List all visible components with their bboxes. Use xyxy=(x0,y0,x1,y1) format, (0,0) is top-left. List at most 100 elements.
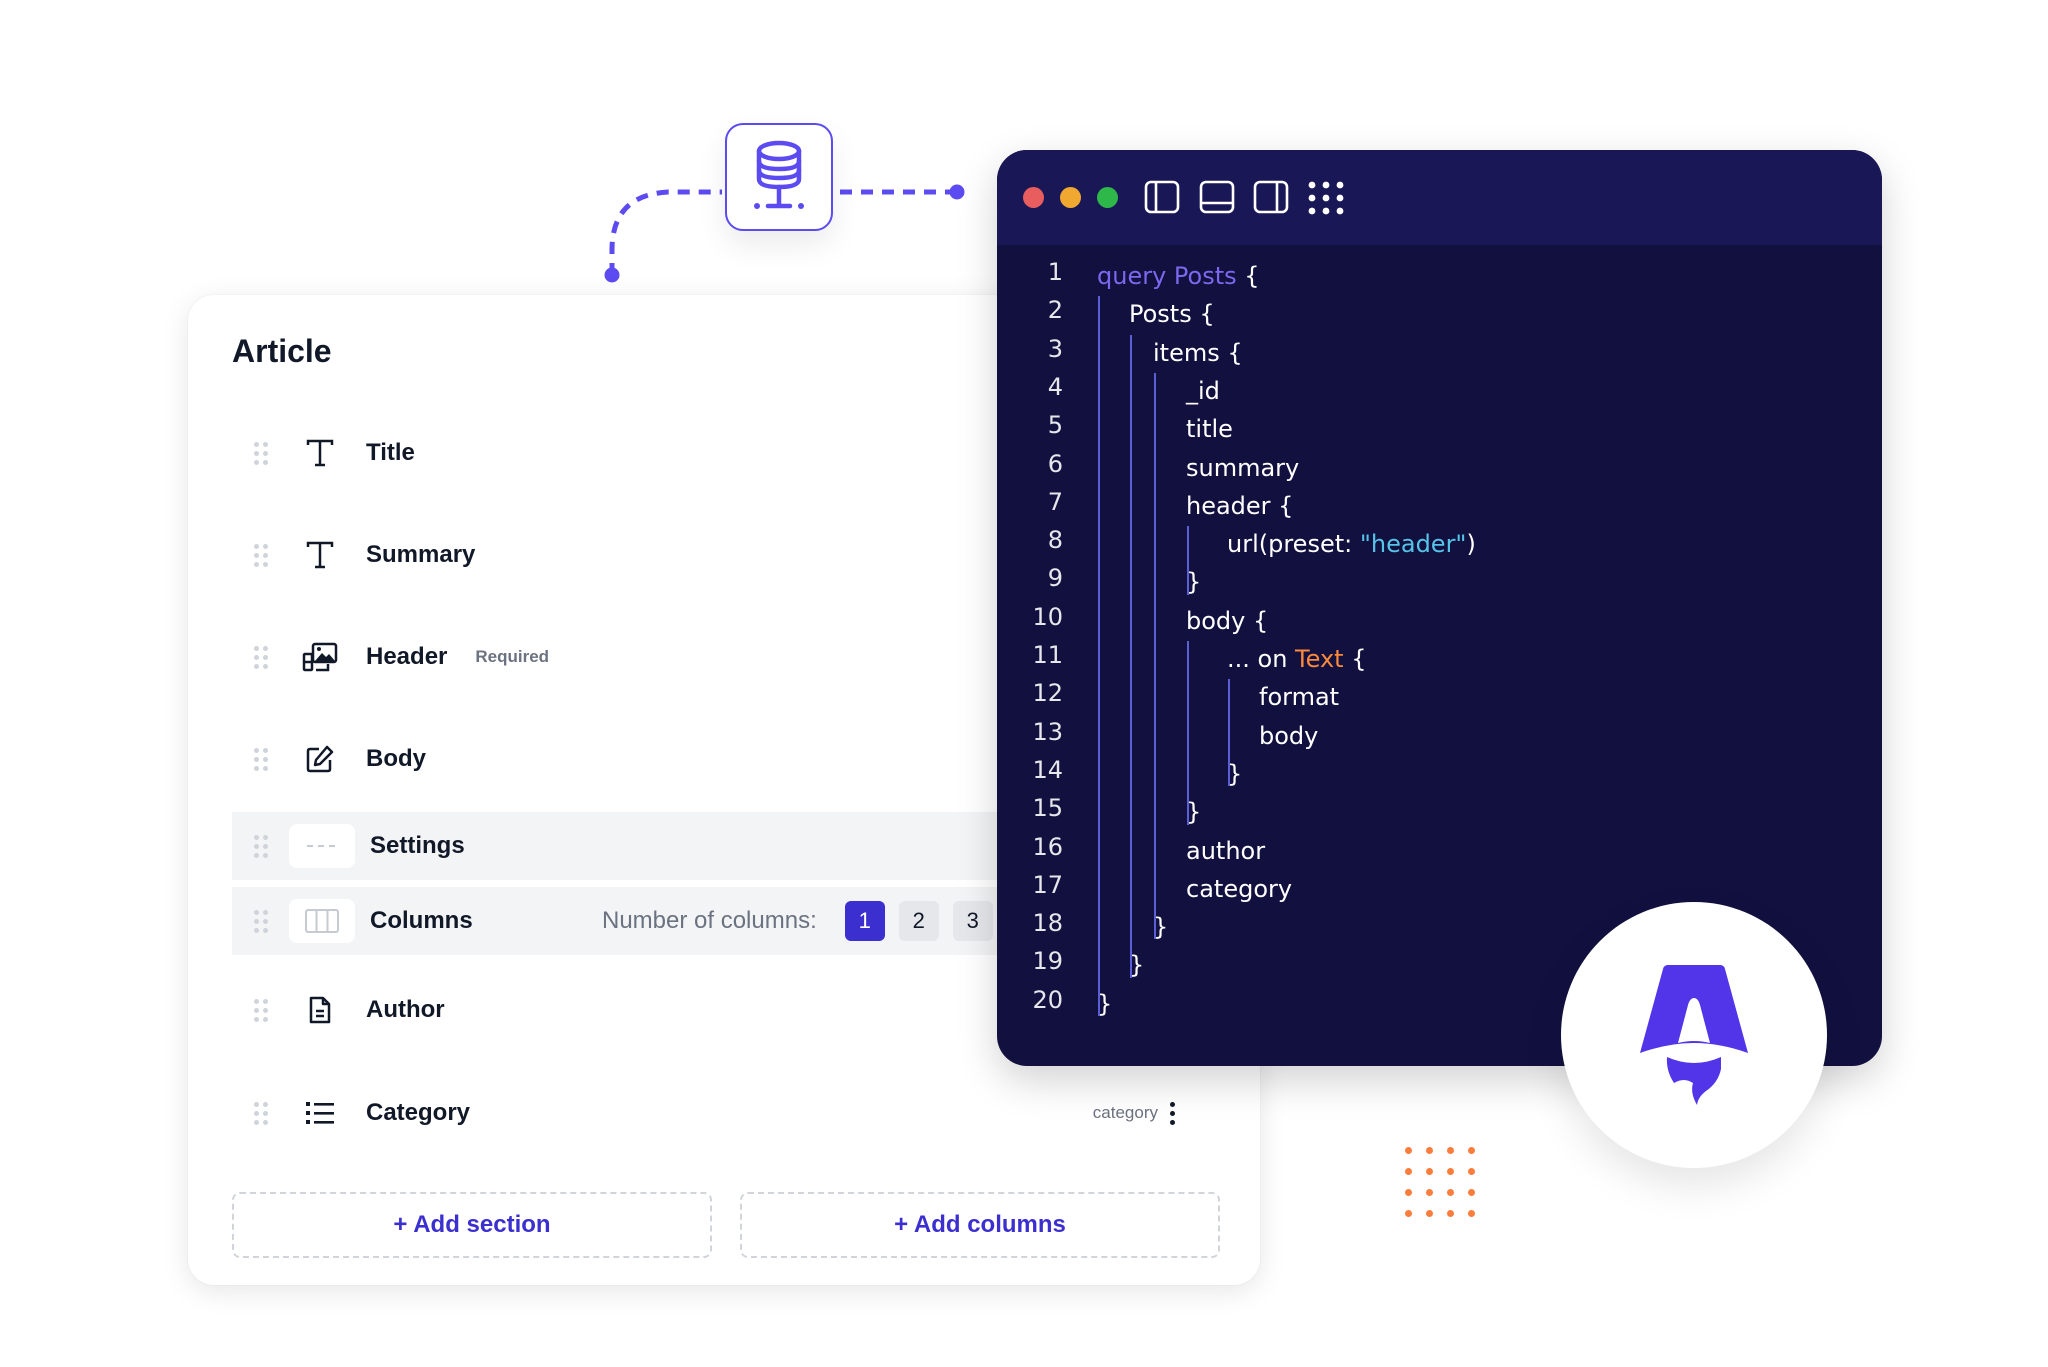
code-token: url(preset: xyxy=(1227,530,1360,559)
window-minimize-button[interactable] xyxy=(1060,187,1081,208)
code-type: Text xyxy=(1295,645,1344,673)
drag-handle-icon[interactable] xyxy=(254,998,268,1022)
code-line: url(preset: "header") xyxy=(1227,530,1476,558)
line-number: 19 xyxy=(1032,947,1063,976)
add-columns-button[interactable]: + Add columns xyxy=(740,1192,1220,1258)
code-token: title xyxy=(1186,415,1233,444)
column-option-3[interactable]: 3 xyxy=(952,901,993,941)
database-network-icon xyxy=(754,140,804,209)
drag-handle-icon[interactable] xyxy=(254,543,268,567)
line-number: 4 xyxy=(1047,372,1063,401)
columns-layout-icon xyxy=(289,899,355,943)
code-line: body { xyxy=(1186,607,1268,635)
field-label: Settings xyxy=(370,832,465,859)
field-label: Summary xyxy=(366,541,476,568)
code-token: _id xyxy=(1186,376,1220,405)
code-token: ) xyxy=(1466,530,1476,559)
astro-logo-icon xyxy=(1640,965,1748,1105)
indent-guide xyxy=(1130,334,1132,978)
code-line: summary xyxy=(1186,454,1299,482)
line-number: 15 xyxy=(1032,794,1063,823)
divider-dashes-icon xyxy=(289,824,355,868)
image-gallery-icon xyxy=(300,637,340,677)
field-label: Author xyxy=(366,996,445,1023)
line-number: 14 xyxy=(1032,755,1063,784)
line-number: 17 xyxy=(1032,870,1063,899)
code-line: body xyxy=(1259,722,1318,750)
column-option-2[interactable]: 2 xyxy=(898,901,939,941)
code-keyword: query Posts xyxy=(1097,262,1237,290)
code-line: ... on Text { xyxy=(1227,645,1367,673)
code-token: { xyxy=(1343,645,1367,673)
more-options-icon[interactable] xyxy=(1170,1101,1176,1125)
column-option-1[interactable]: 1 xyxy=(844,901,885,941)
code-line: category xyxy=(1186,875,1292,903)
code-token: ... on xyxy=(1227,645,1296,673)
text-type-icon xyxy=(300,535,340,575)
field-label: Body xyxy=(366,745,426,772)
line-number: 18 xyxy=(1032,909,1063,938)
panel-title: Article xyxy=(232,333,332,369)
add-section-button[interactable]: + Add section xyxy=(232,1192,712,1258)
field-label: Category xyxy=(366,1099,471,1126)
text-type-icon xyxy=(300,433,340,473)
sidebar-right-icon[interactable] xyxy=(1253,180,1289,214)
line-number: 11 xyxy=(1032,641,1063,669)
panel-bottom-icon[interactable] xyxy=(1199,180,1235,214)
document-icon xyxy=(300,990,340,1030)
code-line: _id xyxy=(1186,377,1220,405)
code-string: "header" xyxy=(1359,530,1467,559)
line-number: 6 xyxy=(1047,449,1063,478)
field-label: Header xyxy=(366,643,448,670)
line-number: 13 xyxy=(1032,717,1063,746)
grid-dots-icon[interactable] xyxy=(1307,181,1347,215)
drag-handle-icon[interactable] xyxy=(254,441,268,465)
window-close-button[interactable] xyxy=(1023,187,1044,208)
code-token: body { xyxy=(1186,606,1269,635)
decorative-dot-grid xyxy=(1405,1147,1475,1217)
drag-handle-icon[interactable] xyxy=(254,909,268,933)
line-number: 7 xyxy=(1047,487,1063,516)
line-number: 10 xyxy=(1032,602,1063,631)
drag-handle-icon[interactable] xyxy=(254,1101,268,1125)
indent-guide xyxy=(1154,372,1156,940)
code-token: Posts { xyxy=(1129,300,1215,329)
code-line: query Posts { xyxy=(1097,262,1260,290)
field-api-name: category xyxy=(1092,1103,1158,1122)
field-row-category[interactable]: Category category xyxy=(232,1079,1232,1147)
code-token: { xyxy=(1236,262,1260,290)
code-line: author xyxy=(1186,837,1265,865)
line-number: 5 xyxy=(1047,411,1063,440)
code-token: body xyxy=(1259,721,1319,750)
code-line: items { xyxy=(1153,339,1243,367)
code-line: title xyxy=(1186,415,1233,443)
line-number: 1 xyxy=(1047,258,1063,286)
line-number: 2 xyxy=(1047,296,1063,325)
drag-handle-icon[interactable] xyxy=(254,747,268,771)
indent-guide xyxy=(1098,296,1100,1016)
indent-guide xyxy=(1187,641,1189,825)
code-token: category xyxy=(1186,874,1293,903)
connector-dot-end xyxy=(949,184,965,200)
code-line: Posts { xyxy=(1129,300,1215,328)
line-number: 16 xyxy=(1032,832,1063,861)
drag-handle-icon[interactable] xyxy=(254,645,268,669)
connector-dot-start xyxy=(604,267,620,283)
line-number: 20 xyxy=(1032,985,1063,1014)
drag-handle-icon[interactable] xyxy=(254,834,268,858)
code-line: header { xyxy=(1186,492,1293,520)
required-badge: Required xyxy=(475,647,550,666)
line-number: 3 xyxy=(1047,334,1063,363)
edit-pencil-icon xyxy=(300,739,340,779)
code-token: summary xyxy=(1186,453,1300,482)
line-number: 8 xyxy=(1047,526,1063,555)
astro-badge xyxy=(1561,902,1827,1168)
code-token: items { xyxy=(1153,338,1243,367)
sidebar-left-icon[interactable] xyxy=(1144,180,1180,214)
list-icon xyxy=(300,1093,340,1133)
editor-titlebar xyxy=(997,150,1882,245)
field-label: Columns xyxy=(370,907,473,934)
window-maximize-button[interactable] xyxy=(1097,187,1118,208)
field-label: Title xyxy=(366,439,415,466)
database-node[interactable] xyxy=(725,123,833,231)
